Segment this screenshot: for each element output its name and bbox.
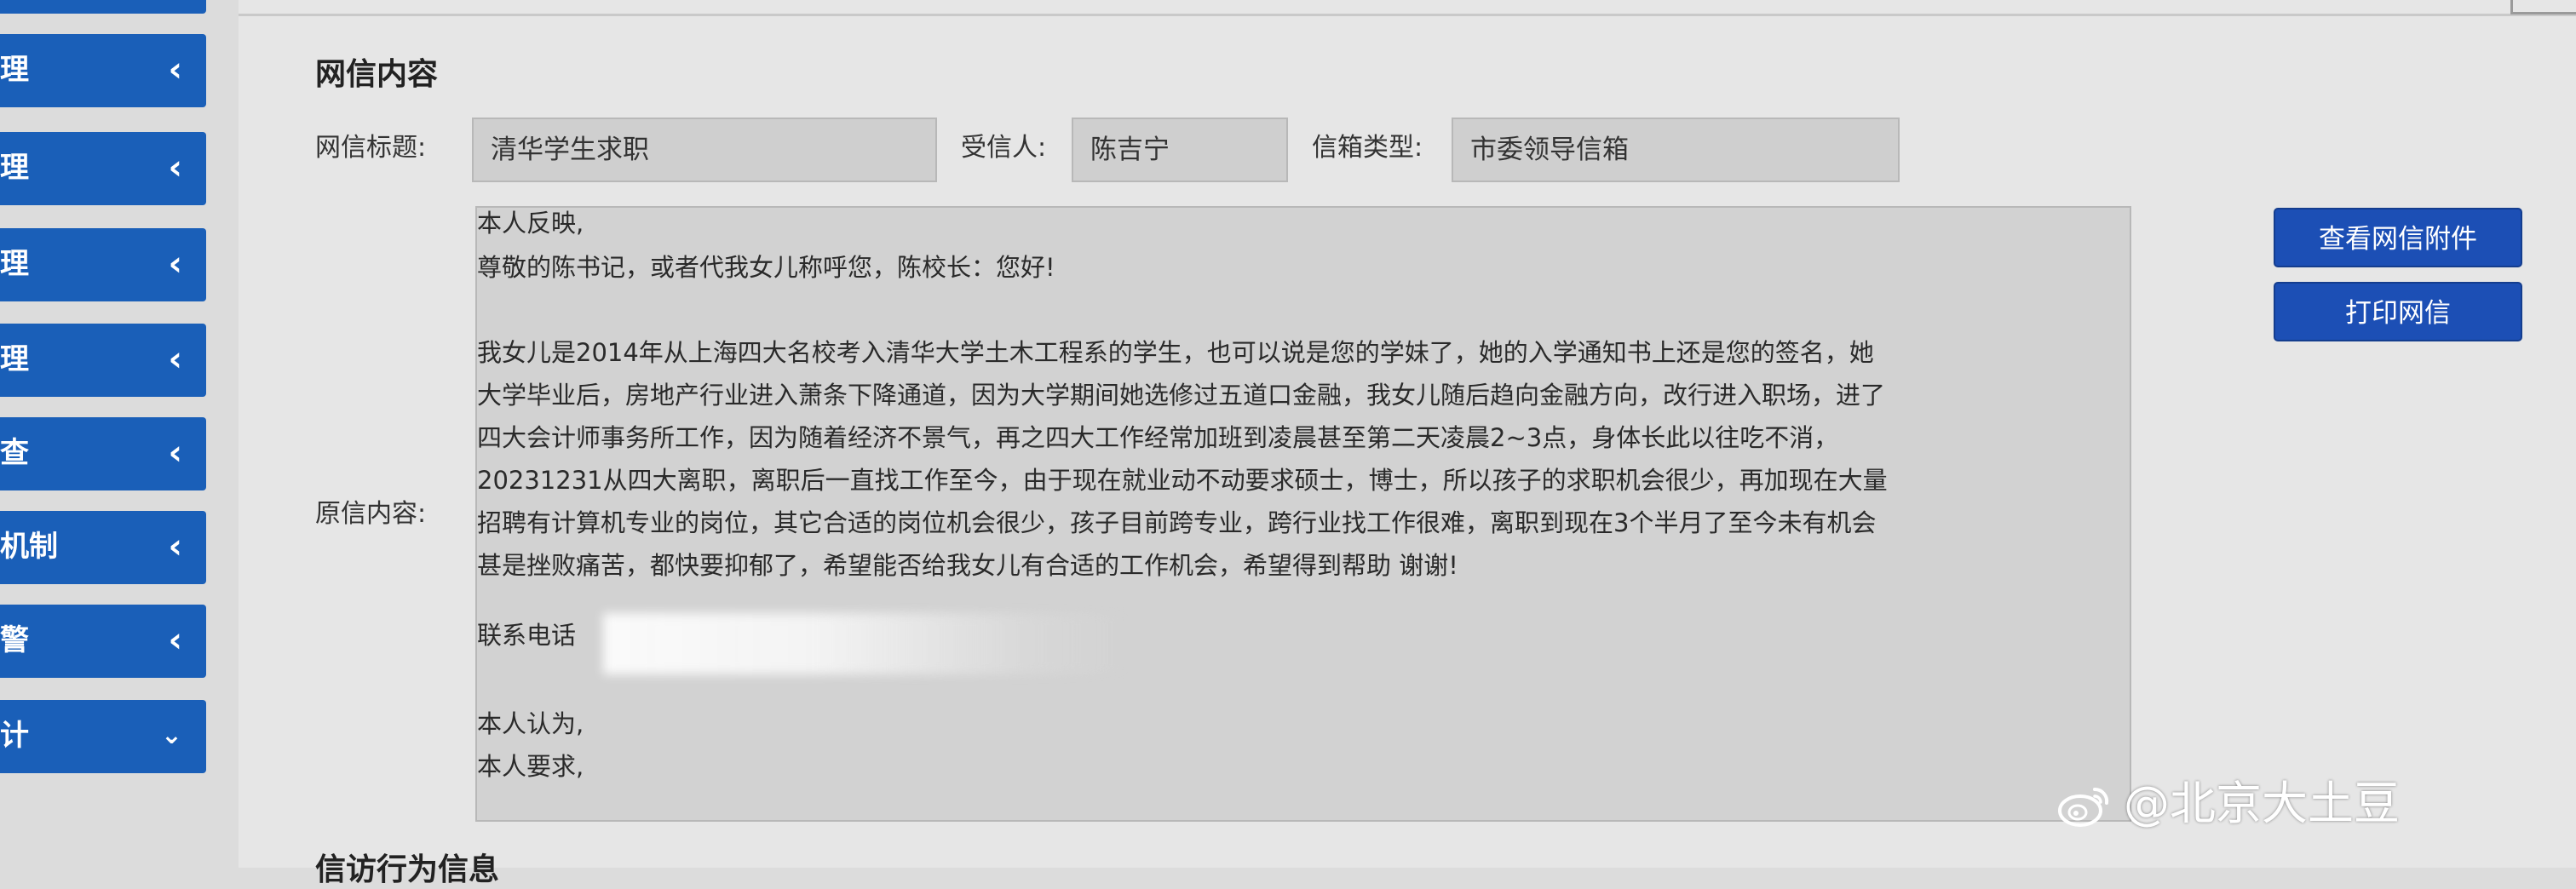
sidebar-item-label: 计 xyxy=(0,719,29,753)
chevron-left-icon: ‹ xyxy=(168,527,182,566)
chevron-down-icon: ⌄ xyxy=(160,720,182,750)
title-field[interactable]: 清华学生求职 xyxy=(472,118,937,182)
content-label: 原信内容: xyxy=(315,499,427,529)
content-line-phone: 联系电话 xyxy=(477,621,577,650)
redaction-blur xyxy=(603,613,1131,674)
content-line: 本人认为, xyxy=(477,709,584,738)
sidebar-item-label: 机制 xyxy=(0,530,58,564)
chevron-left-icon: ‹ xyxy=(168,50,182,89)
sidebar: 理 ‹ 理 ‹ 理 ‹ 理 ‹ 查 ‹ 机制 ‹ 警 ‹ 计 ⌄ xyxy=(0,0,208,868)
chevron-left-icon: ‹ xyxy=(168,244,182,284)
sidebar-item-0[interactable] xyxy=(0,0,206,14)
content-line: 四大会计师事务所工作，因为随着经济不景气，再之四大工作经常加班到凌晨甚至第二天凌… xyxy=(477,423,1839,452)
sidebar-item-label: 理 xyxy=(0,342,29,376)
next-section-title: 信访行为信息 xyxy=(315,852,500,887)
sidebar-item-label: 查 xyxy=(0,436,29,470)
view-attachment-button[interactable]: 查看网信附件 xyxy=(2274,208,2522,267)
content-line: 招聘有计算机专业的岗位，其它合适的岗位机会很少，孩子目前跨专业，跨行业找工作很难… xyxy=(477,508,1877,537)
content-line: 本人要求, xyxy=(477,752,584,781)
sidebar-item-label: 理 xyxy=(0,151,29,185)
chevron-left-icon: ‹ xyxy=(168,340,182,379)
sidebar-item-7[interactable]: 警 ‹ xyxy=(0,605,206,678)
content-line: 我女儿是2014年从上海四大名校考入清华大学土木工程系的学生，也可以说是您的学妹… xyxy=(477,338,1874,367)
weibo-icon xyxy=(2058,788,2109,828)
content-line: 20231231从四大离职，离职后一直找工作至今，由于现在就业动不动要求硕士，博… xyxy=(477,466,1888,495)
sidebar-item-6[interactable]: 机制 ‹ xyxy=(0,511,206,584)
sidebar-item-4[interactable]: 理 ‹ xyxy=(0,324,206,397)
sidebar-item-5[interactable]: 查 ‹ xyxy=(0,417,206,490)
chevron-left-icon: ‹ xyxy=(168,148,182,187)
sidebar-item-label: 警 xyxy=(0,623,29,657)
print-button[interactable]: 打印网信 xyxy=(2274,282,2522,341)
sidebar-item-8[interactable]: 计 ⌄ xyxy=(0,700,206,773)
divider xyxy=(239,14,2576,16)
sidebar-item-label: 理 xyxy=(0,53,29,87)
chevron-left-icon: ‹ xyxy=(168,621,182,660)
title-label: 网信标题: xyxy=(315,133,427,163)
mailbox-type-label: 信箱类型: xyxy=(1312,133,1423,163)
sidebar-item-1[interactable]: 理 ‹ xyxy=(0,34,206,107)
recipient-label: 受信人: xyxy=(961,133,1047,163)
sidebar-item-label: 理 xyxy=(0,247,29,281)
content-line: 大学毕业后，房地产行业进入萧条下降通道，因为大学期间她选修过五道口金融，我女儿随… xyxy=(477,381,1886,410)
content-lines-wrapper: 本人反映, 尊敬的陈书记，或者代我女儿称呼您，陈校长：您好! 我女儿是2014年… xyxy=(475,201,2131,817)
chevron-left-icon: ‹ xyxy=(168,433,182,473)
panel-corner xyxy=(2510,0,2576,14)
watermark-text: @北京大土豆 xyxy=(2124,777,2400,830)
content-line: 尊敬的陈书记，或者代我女儿称呼您，陈校长：您好! xyxy=(477,253,1055,282)
content-line: 本人反映, xyxy=(477,209,584,238)
section-title: 网信内容 xyxy=(315,57,439,92)
mailbox-type-field[interactable]: 市委领导信箱 xyxy=(1452,118,1900,182)
recipient-field[interactable]: 陈吉宁 xyxy=(1072,118,1288,182)
sidebar-item-2[interactable]: 理 ‹ xyxy=(0,132,206,205)
content-line: 甚是挫败痛苦，都快要抑郁了，希望能否给我女儿有合适的工作机会，希望得到帮助 谢谢… xyxy=(477,551,1458,580)
sidebar-item-3[interactable]: 理 ‹ xyxy=(0,228,206,301)
watermark: @北京大土豆 xyxy=(2057,770,2400,838)
